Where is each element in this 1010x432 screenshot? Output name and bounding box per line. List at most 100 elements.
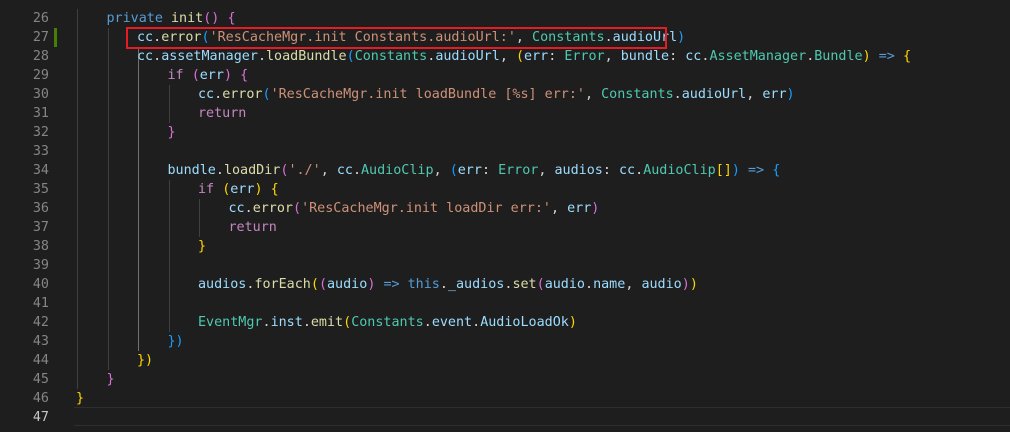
code-token: error bbox=[252, 201, 293, 216]
code-token: , bbox=[499, 49, 516, 64]
code-line[interactable]: 41 bbox=[0, 294, 1010, 313]
code-token: ( bbox=[343, 315, 352, 330]
code-token: audio bbox=[327, 277, 368, 292]
code-line[interactable]: 39 bbox=[0, 256, 1010, 275]
code-token: Error bbox=[564, 49, 605, 64]
code-token: . bbox=[215, 163, 224, 178]
code-token: , bbox=[538, 163, 555, 178]
code-token: ( bbox=[293, 201, 302, 216]
code-text: cc.assetManager.loadBundle(Constants.aud… bbox=[137, 47, 911, 66]
code-line[interactable]: 45} bbox=[0, 370, 1010, 389]
code-token: cc bbox=[336, 163, 353, 178]
code-token: emit bbox=[310, 315, 344, 330]
code-token: ( bbox=[310, 277, 319, 292]
line-number: 45 bbox=[32, 372, 49, 387]
code-line[interactable]: 44}) bbox=[0, 351, 1010, 370]
code-line[interactable]: 35 if (err) { bbox=[0, 180, 1010, 199]
code-line[interactable]: 26 private init() { bbox=[0, 9, 1010, 28]
code-token: ) bbox=[223, 68, 232, 83]
code-token: cc bbox=[228, 201, 245, 216]
code-token: Constants bbox=[351, 315, 424, 330]
code-token: : bbox=[669, 49, 686, 64]
code-token: inst bbox=[270, 315, 303, 330]
code-token: . bbox=[423, 315, 432, 330]
code-token: Constants bbox=[601, 87, 674, 102]
code-line[interactable]: 37 return bbox=[0, 218, 1010, 237]
code-text: bundle.loadDir('./', cc.AudioClip, (err:… bbox=[168, 161, 781, 180]
code-token: { bbox=[270, 182, 279, 197]
code-line[interactable]: 34 bundle.loadDir('./', cc.AudioClip, (er… bbox=[0, 161, 1010, 180]
code-token: if bbox=[167, 68, 192, 83]
line-number: 27 bbox=[32, 30, 49, 45]
code-token: audios bbox=[198, 277, 247, 292]
code-token: ) bbox=[862, 49, 871, 64]
code-token: . bbox=[635, 163, 644, 178]
code-line[interactable]: 30 cc.error('ResCacheMgr.init loadBundle … bbox=[0, 85, 1010, 104]
code-line[interactable]: 42 EventMgr.inst.emit(Constants.event.Aud… bbox=[0, 313, 1010, 332]
code-token: ) bbox=[689, 277, 698, 292]
code-token: audios bbox=[554, 163, 603, 178]
code-line[interactable]: 47 bbox=[0, 408, 1010, 427]
code-token: this bbox=[407, 277, 440, 292]
code-token: audioUrl bbox=[435, 49, 500, 64]
code-token: . bbox=[439, 277, 448, 292]
code-text: } bbox=[76, 389, 84, 408]
code-line[interactable]: 32} bbox=[0, 123, 1010, 142]
code-line[interactable]: 38} bbox=[0, 237, 1010, 256]
code-token: { bbox=[240, 68, 249, 83]
code-token: bundle bbox=[620, 49, 670, 64]
code-text: } bbox=[198, 237, 206, 256]
code-token: , bbox=[584, 87, 602, 102]
code-token: err bbox=[199, 68, 224, 83]
code-token: ( bbox=[449, 163, 458, 178]
code-token: => bbox=[383, 277, 400, 292]
code-token: . bbox=[262, 315, 271, 330]
code-token: ) bbox=[786, 87, 795, 102]
line-number: 39 bbox=[32, 258, 49, 273]
code-editor[interactable]: 26 private init() {27 cc.error('ResCacheMg… bbox=[0, 0, 1010, 432]
code-token: . bbox=[244, 201, 253, 216]
code-token: , bbox=[433, 163, 450, 178]
code-line[interactable]: 29 if (err) { bbox=[0, 66, 1010, 85]
code-token: name bbox=[593, 277, 626, 292]
code-token: , bbox=[550, 201, 568, 216]
code-token: . bbox=[214, 87, 223, 102]
code-token: error bbox=[222, 87, 263, 102]
code-token: Bundle bbox=[814, 49, 863, 64]
code-token: _audios bbox=[447, 277, 505, 292]
code-text: return bbox=[229, 218, 277, 237]
code-line[interactable]: 31 return bbox=[0, 104, 1010, 123]
code-token: Error bbox=[498, 163, 539, 178]
code-token: AssetManager bbox=[709, 49, 807, 64]
code-token: './' bbox=[288, 163, 321, 178]
code-token: forEach bbox=[254, 277, 311, 292]
code-token: cc bbox=[137, 49, 154, 64]
code-token: ( bbox=[191, 68, 200, 83]
code-line[interactable]: 40 audios.forEach((audio) => this._audios… bbox=[0, 275, 1010, 294]
code-token: AudioClip bbox=[361, 163, 434, 178]
code-token: : bbox=[602, 163, 619, 178]
code-line[interactable]: 46} bbox=[0, 389, 1010, 408]
code-token: . bbox=[673, 87, 682, 102]
code-line[interactable]: 36 cc.error('ResCacheMgr.init loadDir err… bbox=[0, 199, 1010, 218]
code-token: err bbox=[567, 201, 592, 216]
line-number: 41 bbox=[32, 296, 49, 311]
line-number: 38 bbox=[32, 239, 49, 254]
code-line[interactable]: 28 cc.assetManager.loadBundle(Constants.a… bbox=[0, 47, 1010, 66]
code-text: cc.error('ResCacheMgr.init loadBundle [%… bbox=[198, 85, 795, 104]
code-token: AudioLoadOk bbox=[480, 315, 569, 330]
code-token: err bbox=[762, 87, 787, 102]
code-token: . bbox=[585, 277, 594, 292]
code-line[interactable]: 43}) bbox=[0, 332, 1010, 351]
code-token: { bbox=[772, 163, 781, 178]
code-token: cc bbox=[619, 163, 636, 178]
code-token: err bbox=[524, 49, 549, 64]
code-token: }) bbox=[167, 334, 184, 349]
code-line[interactable]: 33 bbox=[0, 142, 1010, 161]
code-token: init bbox=[171, 11, 204, 26]
